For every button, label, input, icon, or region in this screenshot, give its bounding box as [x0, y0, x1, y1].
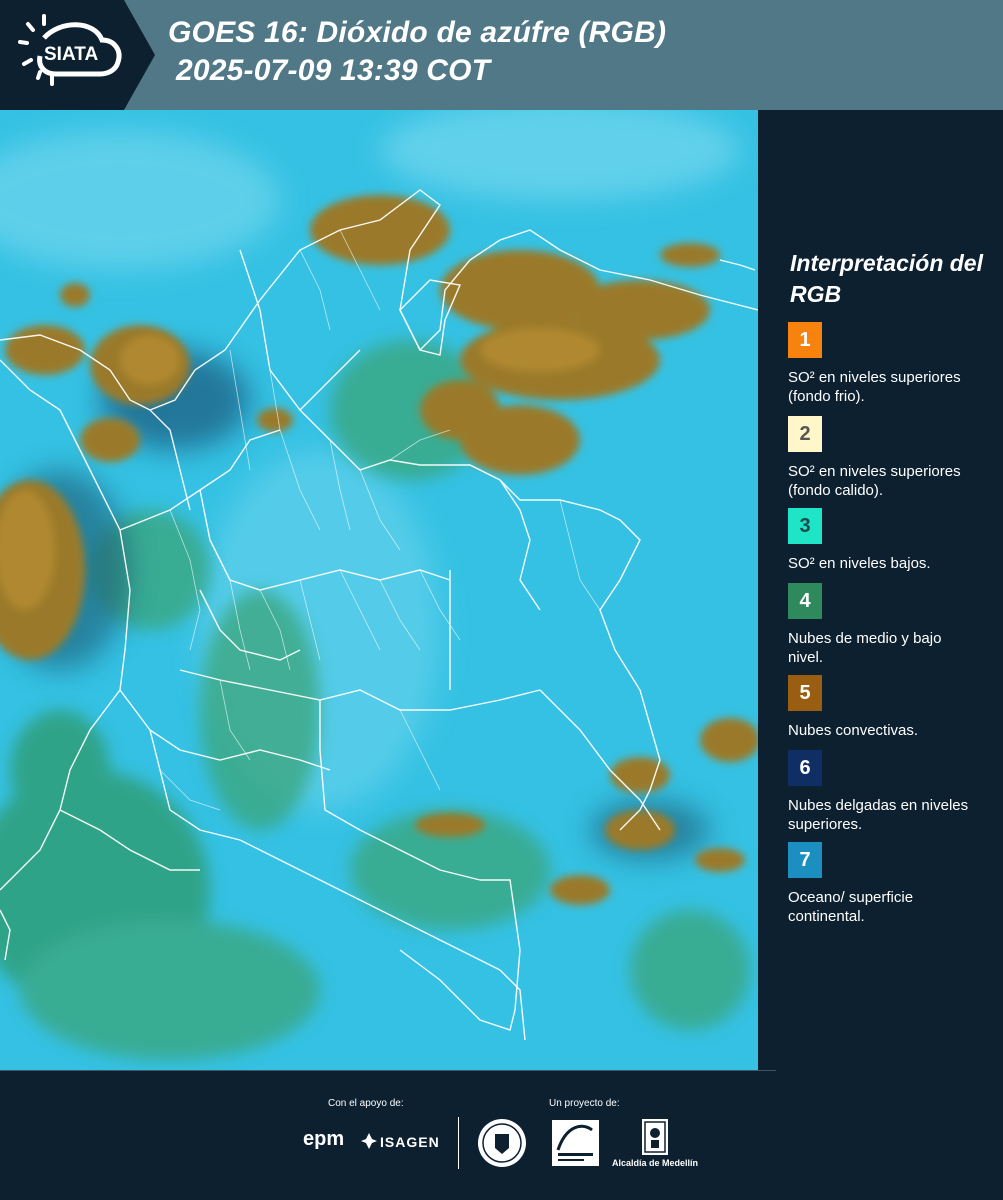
legend-item-6: 6 Nubes delgadas en niveles superiores. [788, 750, 978, 834]
legend-title: Interpretación del RGB [790, 250, 983, 307]
legend-swatch-2: 2 [788, 416, 822, 452]
support-label: Con el apoyo de: [328, 1098, 404, 1109]
legend-panel: Interpretación del RGB 1 SO² en niveles … [758, 110, 1003, 1070]
satellite-map[interactable] [0, 110, 758, 1070]
legend-label-7: Oceano/ superficie continental. [788, 889, 914, 925]
logo-separator [458, 1117, 459, 1169]
legend-item-1: 1 SO² en niveles superiores (fondo frio)… [788, 322, 978, 406]
legend-label-5: Nubes convectivas. [788, 722, 919, 739]
isagen-logo[interactable]: ISAGEN [380, 1134, 440, 1150]
legend-label-4: Nubes de medio y bajo nivel. [788, 630, 942, 666]
legend-item-5: 5 Nubes convectivas. [788, 675, 978, 740]
legend-label-3: SO² en niveles bajos. [788, 555, 931, 572]
legend-swatch-4: 4 [788, 583, 822, 619]
area-metropolitana-logo[interactable] [552, 1120, 599, 1166]
footer: Con el apoyo de: Un proyecto de: epm ISA… [0, 1070, 1003, 1200]
footer-divider [0, 1070, 776, 1071]
project-label: Un proyecto de: [549, 1098, 620, 1109]
legend-label-6: Nubes delgadas en niveles superiores. [788, 797, 969, 833]
legend-swatch-5: 5 [788, 675, 822, 711]
legend-item-7: 7 Oceano/ superficie continental. [788, 842, 978, 926]
legend-label-2: SO² en niveles superiores (fondo calido)… [788, 463, 961, 499]
alcaldia-shield-icon[interactable] [642, 1119, 668, 1155]
epm-logo[interactable]: epm [303, 1128, 344, 1151]
legend-item-3: 3 SO² en niveles bajos. [788, 508, 978, 573]
legend-swatch-1: 1 [788, 322, 822, 358]
medellin-seal-icon[interactable] [477, 1118, 527, 1168]
map-canvas [0, 110, 758, 1070]
isagen-icon [361, 1133, 377, 1149]
timestamp: 2025-07-09 13:39 COT [176, 54, 491, 87]
legend-swatch-6: 6 [788, 750, 822, 786]
area-metropolitana-icon [556, 1124, 593, 1161]
legend-label-1: SO² en niveles superiores (fondo frio). [788, 369, 961, 405]
alcaldia-label: Alcaldía de Medellín [612, 1158, 699, 1168]
legend-item-4: 4 Nubes de medio y bajo nivel. [788, 583, 978, 667]
siata-logo[interactable]: SIATA [0, 0, 155, 110]
page-title: GOES 16: Dióxido de azúfre (RGB) [168, 16, 667, 49]
siata-logo-text: SIATA [44, 44, 99, 65]
legend-item-2: 2 SO² en niveles superiores (fondo calid… [788, 416, 978, 500]
header: SIATA GOES 16: Dióxido de azúfre (RGB) 2… [0, 0, 1003, 110]
legend-swatch-3: 3 [788, 508, 822, 544]
legend-swatch-7: 7 [788, 842, 822, 878]
